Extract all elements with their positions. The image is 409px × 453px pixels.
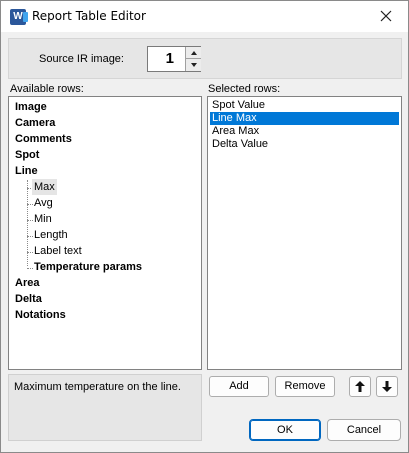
- tree-item-line-avg[interactable]: Avg: [34, 195, 53, 211]
- tree-item-area[interactable]: Area: [15, 275, 39, 291]
- selected-item-area-max[interactable]: Area Max: [210, 125, 261, 138]
- tree-item-line-min[interactable]: Min: [34, 211, 52, 227]
- tree-item-temperature-params[interactable]: Temperature params: [34, 259, 142, 275]
- tree-item-image[interactable]: Image: [15, 99, 47, 115]
- spin-down-button[interactable]: [185, 59, 201, 71]
- tree-item-notations[interactable]: Notations: [15, 307, 66, 323]
- window-title: Report Table Editor: [32, 9, 146, 23]
- tree-branch: [27, 204, 33, 205]
- selected-item-line-max[interactable]: Line Max: [210, 112, 399, 125]
- selected-rows-list[interactable]: Spot Value Line Max Area Max Delta Value: [207, 96, 402, 370]
- source-ir-image-spinner[interactable]: 1: [147, 46, 201, 72]
- tree-branch: [27, 268, 33, 269]
- move-up-button[interactable]: [349, 376, 371, 397]
- tree-item-camera[interactable]: Camera: [15, 115, 55, 131]
- arrow-down-icon: [382, 381, 392, 392]
- word-app-icon: W: [10, 9, 28, 25]
- spin-up-button[interactable]: [185, 47, 201, 59]
- remove-button[interactable]: Remove: [275, 376, 335, 397]
- close-button[interactable]: [368, 1, 404, 32]
- move-down-button[interactable]: [376, 376, 398, 397]
- tree-branch: [27, 252, 33, 253]
- report-table-editor-dialog: W Report Table Editor Source IR image: 1…: [0, 0, 409, 453]
- arrow-up-icon: [355, 381, 365, 392]
- cancel-button[interactable]: Cancel: [327, 419, 401, 441]
- ok-button[interactable]: OK: [249, 419, 321, 441]
- title-bar: W Report Table Editor: [1, 1, 408, 32]
- tree-item-comments[interactable]: Comments: [15, 131, 72, 147]
- description-text: Maximum temperature on the line.: [14, 381, 181, 393]
- tree-branch: [27, 236, 33, 237]
- source-ir-image-label: Source IR image:: [39, 53, 124, 65]
- tree-item-delta[interactable]: Delta: [15, 291, 42, 307]
- tree-item-line-length[interactable]: Length: [34, 227, 68, 243]
- tree-connector-line: [27, 180, 28, 266]
- available-rows-tree[interactable]: Image Camera Comments Spot Line Max Avg …: [8, 96, 202, 370]
- selected-rows-label: Selected rows:: [208, 83, 281, 95]
- source-ir-image-group: Source IR image: 1: [8, 38, 402, 79]
- tree-item-spot[interactable]: Spot: [15, 147, 39, 163]
- selected-item-spot-value[interactable]: Spot Value: [210, 99, 267, 112]
- tree-item-line[interactable]: Line: [15, 163, 38, 179]
- tree-item-line-label-text[interactable]: Label text: [34, 243, 82, 259]
- source-ir-image-value[interactable]: 1: [148, 47, 184, 71]
- spin-up-icon: [190, 51, 197, 55]
- selected-item-delta-value[interactable]: Delta Value: [210, 138, 270, 151]
- spin-down-icon: [190, 63, 197, 67]
- available-rows-label: Available rows:: [10, 83, 84, 95]
- add-button[interactable]: Add: [209, 376, 269, 397]
- close-icon: [380, 10, 392, 22]
- description-panel: Maximum temperature on the line.: [8, 374, 202, 441]
- tree-branch: [27, 220, 33, 221]
- tree-item-line-max[interactable]: Max: [32, 179, 57, 195]
